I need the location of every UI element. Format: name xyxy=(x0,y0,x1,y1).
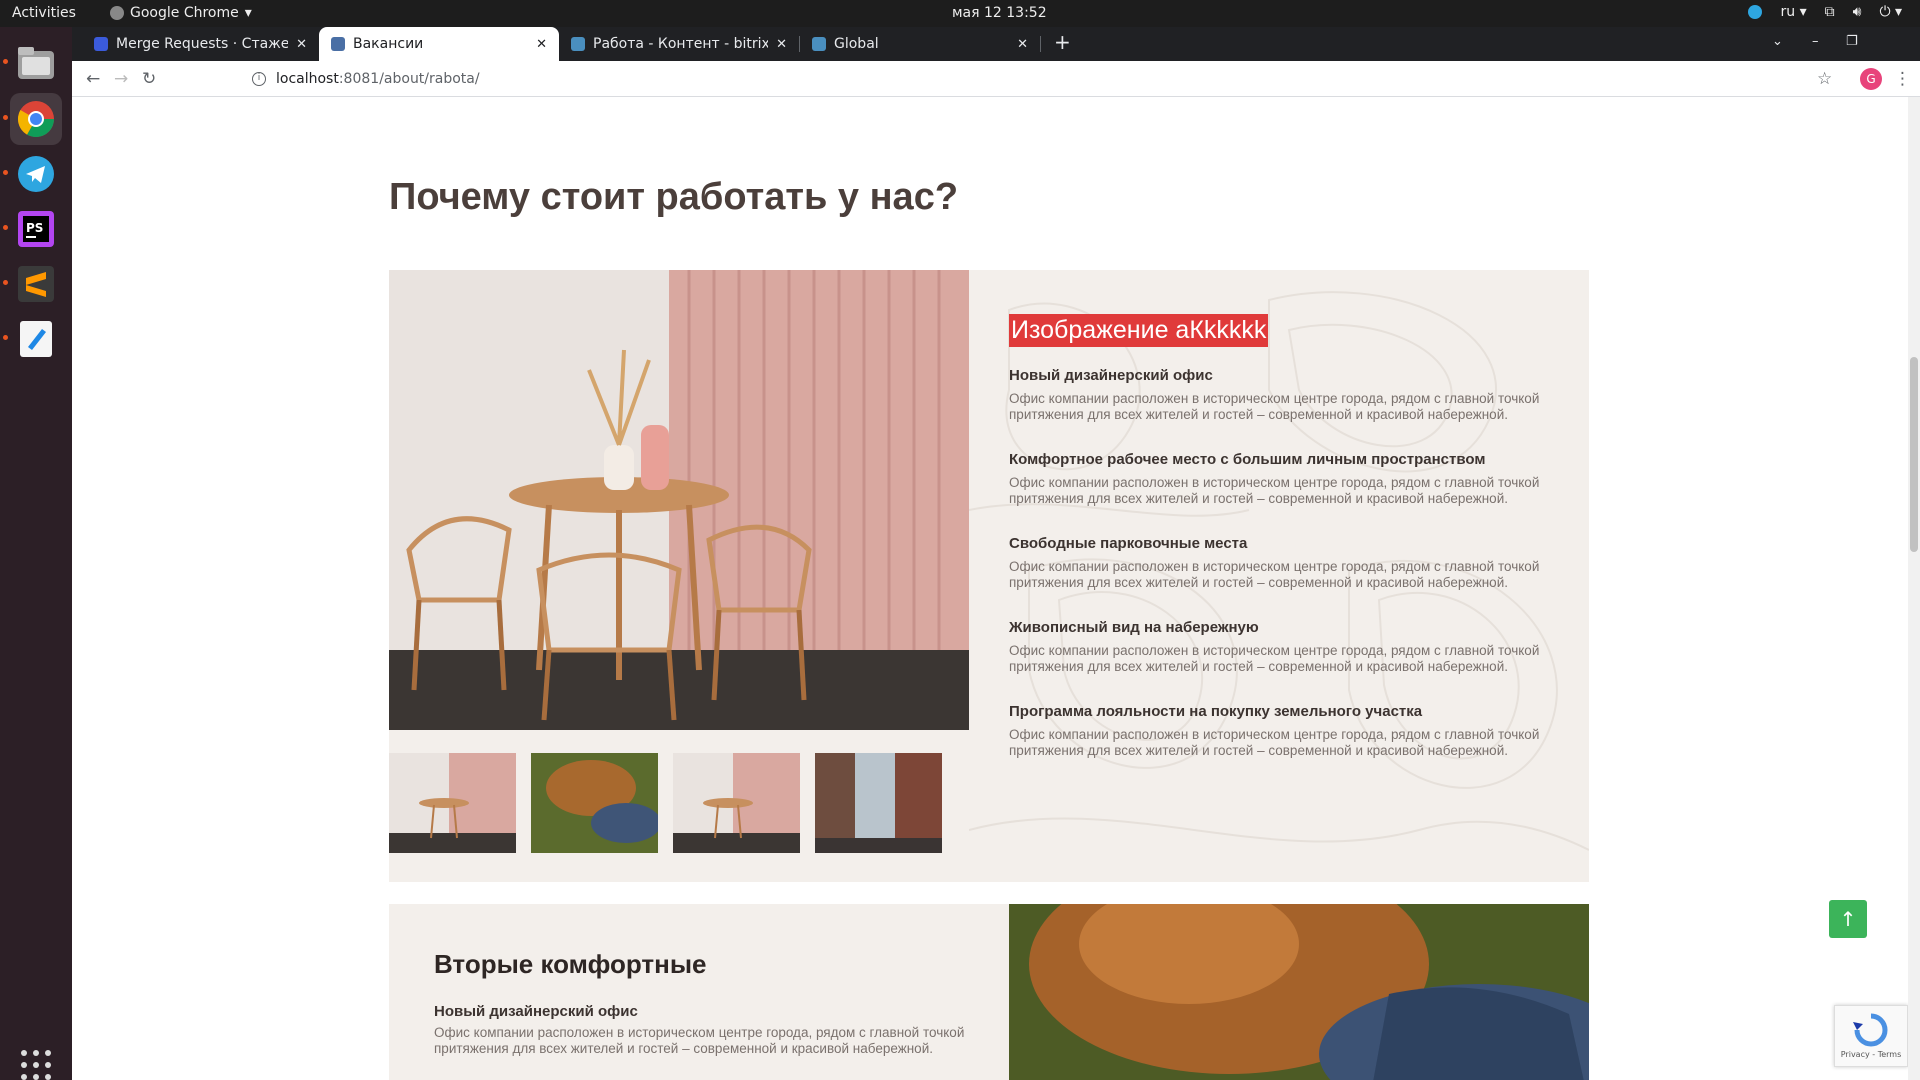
chrome-menu-icon[interactable]: ⋮ xyxy=(1894,69,1911,89)
why-us-block: Изображение аКkkkkk Новый дизайнерский о… xyxy=(389,270,1589,882)
tab-strip: Merge Requests · Стажер ✕ Вакансии ✕ Раб… xyxy=(72,27,1920,61)
new-tab-button[interactable]: + xyxy=(1054,30,1071,54)
dock: PS xyxy=(0,27,72,1080)
web-page: Почему стоит работать у нас? Изображение… xyxy=(72,97,1908,1080)
feature-heading: Живописный вид на набережную xyxy=(1009,619,1259,636)
close-tab-icon[interactable]: ✕ xyxy=(776,37,787,52)
show-applications-icon[interactable] xyxy=(10,1039,62,1080)
app-name: Google Chrome xyxy=(130,5,239,21)
tab-favicon-icon xyxy=(94,37,108,51)
dog-photo xyxy=(1009,904,1589,1080)
features-content: Изображение аКkkkkk Новый дизайнерский о… xyxy=(1009,314,1554,759)
close-tab-icon[interactable]: ✕ xyxy=(536,37,547,52)
chevron-down-icon: ▾ xyxy=(244,5,252,21)
tab-rabota-bitrix[interactable]: Работа - Контент - bitrix ✕ xyxy=(559,27,799,61)
tab-search-icon[interactable]: ⌄ xyxy=(1772,34,1783,49)
feature-text: Офис компании расположен в историческом … xyxy=(1009,475,1540,506)
profile-avatar[interactable]: G xyxy=(1860,68,1882,90)
tab-favicon-icon xyxy=(812,37,826,51)
second-text: Офис компании расположен в историческом … xyxy=(434,1025,965,1056)
url-path: :8081/about/rabota/ xyxy=(338,71,480,87)
info-icon[interactable]: i xyxy=(252,72,266,86)
photo-thumbnails xyxy=(389,753,942,853)
feature-item: Живописный вид на набережную Офис компан… xyxy=(1009,619,1554,675)
feature-heading: Программа лояльности на покупку земельно… xyxy=(1009,703,1423,720)
feature-item: Комфортное рабочее место с большим личны… xyxy=(1009,451,1554,507)
second-text-panel: Вторые комфортные Новый дизайнерский офи… xyxy=(389,904,1009,1080)
feature-text: Офис компании расположен в историческом … xyxy=(1009,727,1540,758)
language-indicator[interactable]: ru ▾ xyxy=(1780,4,1806,20)
second-heading: Новый дизайнерский офис xyxy=(434,1003,638,1020)
chrome-icon xyxy=(110,6,124,20)
highlight-title: Изображение аКkkkkk xyxy=(1009,314,1269,347)
volume-icon[interactable]: 🔊︎ xyxy=(1853,4,1862,20)
scroll-to-top-button[interactable]: ↑ xyxy=(1829,900,1867,938)
scrollbar-thumb[interactable] xyxy=(1910,357,1918,552)
address-bar[interactable]: i localhost:8081/about/rabota/ xyxy=(252,65,1872,93)
feature-text: Офис компании расположен в историческом … xyxy=(1009,643,1540,674)
tab-favicon-icon xyxy=(331,37,345,51)
browser-toolbar: ← → ↻ i localhost:8081/about/rabota/ ☆ G… xyxy=(72,61,1920,97)
thumbnail-office[interactable] xyxy=(389,753,516,853)
close-tab-icon[interactable]: ✕ xyxy=(296,37,307,52)
page-title: Почему стоит работать у нас? xyxy=(389,176,959,218)
system-top-bar: Activities Google Chrome ▾ мая 12 13:52 … xyxy=(0,0,1920,27)
tab-merge-requests[interactable]: Merge Requests · Стажер ✕ xyxy=(82,27,319,61)
phpstorm-icon[interactable]: PS xyxy=(10,203,62,255)
feature-text: Офис компании расположен в историческом … xyxy=(1009,391,1540,422)
recaptcha-links[interactable]: Privacy - Terms xyxy=(1835,1050,1907,1059)
feature-item: Свободные парковочные места Офис компани… xyxy=(1009,535,1554,591)
maximize-button[interactable]: ❐ xyxy=(1846,34,1858,49)
office-main-photo[interactable] xyxy=(389,270,969,730)
power-icon[interactable]: ⏻ ▾ xyxy=(1879,4,1902,20)
tab-favicon-icon xyxy=(571,37,585,51)
telegram-icon[interactable] xyxy=(10,148,62,200)
feature-item: Новый дизайнерский офис Офис компании ра… xyxy=(1009,367,1554,423)
page-scrollbar[interactable] xyxy=(1908,97,1920,1080)
activities-button[interactable]: Activities xyxy=(12,5,76,21)
reload-button[interactable]: ↻ xyxy=(142,69,156,89)
minimize-button[interactable]: – xyxy=(1812,34,1819,49)
app-menu[interactable]: Google Chrome ▾ xyxy=(110,5,252,21)
forward-button[interactable]: → xyxy=(114,69,128,89)
text-editor-icon[interactable] xyxy=(10,313,62,365)
sublime-text-icon[interactable] xyxy=(10,258,62,310)
tab-vakansii[interactable]: Вакансии ✕ xyxy=(319,27,559,61)
feature-heading: Свободные парковочные места xyxy=(1009,535,1248,552)
recaptcha-icon xyxy=(1853,1013,1888,1047)
clock[interactable]: мая 12 13:52 xyxy=(952,5,1047,21)
recaptcha-badge[interactable]: Privacy - Terms xyxy=(1834,1005,1908,1067)
chrome-dock-icon[interactable] xyxy=(10,93,62,145)
close-tab-icon[interactable]: ✕ xyxy=(1017,37,1028,52)
thumbnail-dog[interactable] xyxy=(531,753,658,853)
back-button[interactable]: ← xyxy=(86,69,100,89)
network-icon[interactable]: ⧉ xyxy=(1825,4,1835,20)
svg-text:PS: PS xyxy=(26,221,43,235)
thumbnail-street[interactable] xyxy=(815,753,942,853)
telegram-tray-icon[interactable] xyxy=(1748,5,1763,19)
feature-heading: Комфортное рабочее место с большим личны… xyxy=(1009,451,1486,468)
feature-item: Программа лояльности на покупку земельно… xyxy=(1009,703,1554,759)
url-host: localhost xyxy=(276,71,339,87)
feature-text: Офис компании расположен в историческом … xyxy=(1009,559,1540,590)
thumbnail-office-2[interactable] xyxy=(673,753,800,853)
tab-global[interactable]: Global ✕ xyxy=(800,27,1040,61)
bookmark-star-icon[interactable]: ☆ xyxy=(1817,69,1832,89)
feature-heading: Новый дизайнерский офис xyxy=(1009,367,1213,384)
files-icon[interactable] xyxy=(10,37,62,89)
second-title: Вторые комфортные xyxy=(434,949,707,979)
system-tray[interactable]: ru ▾ ⧉ 🔊︎ ⏻ ▾ xyxy=(1748,4,1902,20)
second-block: Вторые комфортные Новый дизайнерский офи… xyxy=(389,904,1589,1080)
